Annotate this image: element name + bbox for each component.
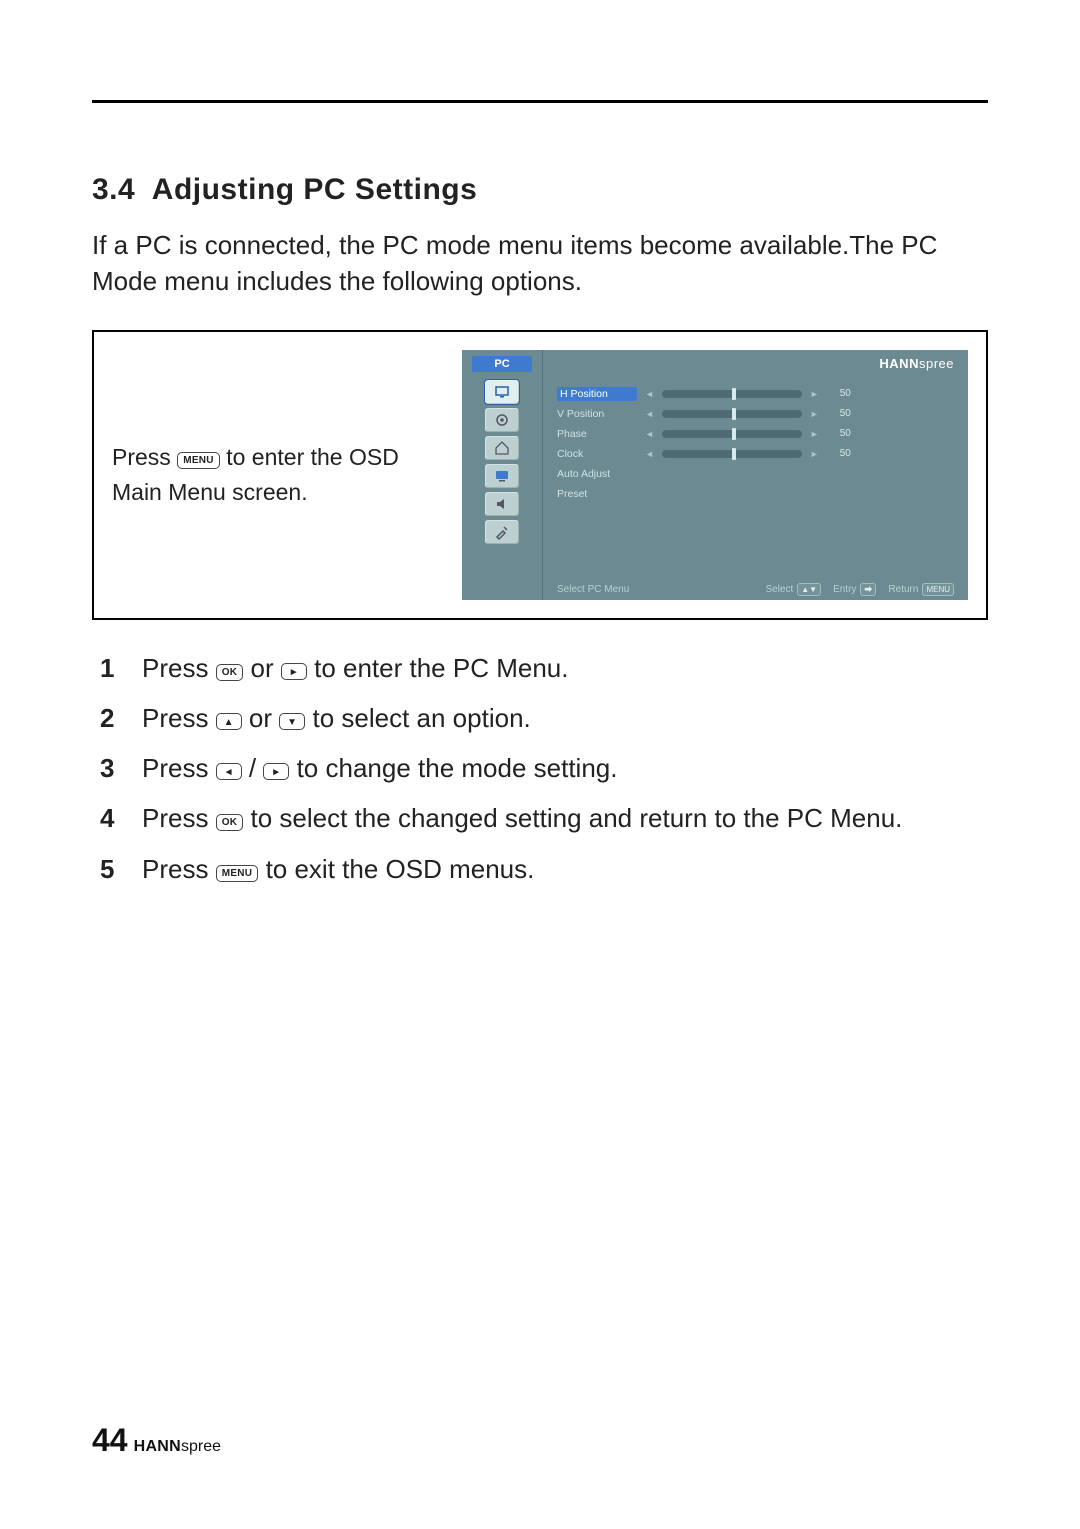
- step-number: 4: [100, 796, 124, 840]
- osd-row: V Position ◄ ► 50: [557, 404, 954, 424]
- figure-press-word: Press: [112, 444, 171, 470]
- figure-caption: Press MENU to enter the OSD Main Menu sc…: [112, 440, 442, 509]
- target-icon: [485, 408, 519, 432]
- osd-row-label: Phase: [557, 428, 637, 440]
- step-body: Press ◄ / ► to change the mode setting.: [142, 746, 988, 790]
- speaker-icon: [485, 492, 519, 516]
- osd-brand-light: spree: [919, 356, 954, 371]
- osd-footer-select: Select ▲▼: [765, 583, 821, 596]
- osd-row: H Position ◄ ► 50: [557, 384, 954, 404]
- section-intro: If a PC is connected, the PC mode menu i…: [92, 227, 988, 300]
- right-arrow-key-icon: ►: [281, 663, 307, 680]
- footer-brand-light: spree: [181, 1438, 221, 1455]
- osd-footer-left: Select PC Menu: [557, 584, 629, 595]
- left-tri-icon: ◄: [645, 389, 654, 399]
- step-number: 5: [100, 847, 124, 891]
- step-item: 5 Press MENU to exit the OSD menus.: [100, 847, 988, 891]
- steps-list: 1 Press OK or ► to enter the PC Menu. 2 Pre…: [100, 646, 988, 891]
- osd-slider: [662, 410, 802, 418]
- osd-value: 50: [827, 408, 851, 419]
- osd-row: Phase ◄ ► 50: [557, 424, 954, 444]
- osd-footer-return-label: Return: [888, 584, 918, 595]
- enter-icon: ⮕: [860, 583, 876, 596]
- right-tri-icon: ►: [810, 409, 819, 419]
- osd-brand: HANNspree: [879, 356, 954, 371]
- step-item: 2 Press ▲ or ▼ to select an option.: [100, 696, 988, 740]
- top-rule: [92, 100, 988, 103]
- right-tri-icon: ►: [810, 389, 819, 399]
- menu-key-icon: MENU: [216, 865, 259, 882]
- osd-footer-entry: Entry ⮕: [833, 583, 876, 596]
- footer-brand: HANNspree: [134, 1435, 221, 1456]
- step-body: Press OK to select the changed setting a…: [142, 796, 988, 840]
- osd-slider: [662, 450, 802, 458]
- step-item: 3 Press ◄ / ► to change the mode setting.: [100, 746, 988, 790]
- page-footer: 44 HANNspree: [92, 1422, 221, 1459]
- step-number: 2: [100, 696, 124, 740]
- osd-main: HANNspree H Position◄►50V Position◄►50Ph…: [542, 350, 968, 600]
- section-title: 3.4 Adjusting PC Settings: [92, 173, 988, 207]
- pc-icon: [485, 380, 519, 404]
- step-number: 1: [100, 646, 124, 690]
- osd-slider: [662, 390, 802, 398]
- ok-key-icon: OK: [216, 814, 244, 831]
- section-number: 3.4: [92, 173, 135, 206]
- right-tri-icon: ►: [810, 429, 819, 439]
- left-tri-icon: ◄: [645, 429, 654, 439]
- osd-brand-bold: HANN: [879, 356, 919, 371]
- osd-slider: [662, 430, 802, 438]
- menu-chip-icon: MENU: [922, 583, 954, 596]
- updown-icon: ▲▼: [797, 583, 821, 596]
- right-arrow-key-icon: ►: [263, 763, 289, 780]
- osd-footer: Select PC Menu Select ▲▼ Entry ⮕ Return …: [557, 577, 954, 596]
- ok-key-icon: OK: [216, 664, 244, 681]
- osd-value: 50: [827, 428, 851, 439]
- osd-row: Preset: [557, 484, 954, 504]
- house-icon: [485, 436, 519, 460]
- osd-row: Clock ◄ ► 50: [557, 444, 954, 464]
- step-body: Press OK or ► to enter the PC Menu.: [142, 646, 988, 690]
- osd-rows: H Position◄►50V Position◄►50Phase◄►50Clo…: [557, 384, 954, 504]
- step-body: Press MENU to exit the OSD menus.: [142, 847, 988, 891]
- step-item: 1 Press OK or ► to enter the PC Menu.: [100, 646, 988, 690]
- osd-row-label: H Position: [557, 387, 637, 401]
- right-tri-icon: ►: [810, 449, 819, 459]
- osd-footer-select-label: Select: [765, 584, 793, 595]
- figure-box: Press MENU to enter the OSD Main Menu sc…: [92, 330, 988, 620]
- manual-page: 3.4 Adjusting PC Settings If a PC is con…: [0, 0, 1080, 1529]
- menu-key-icon: MENU: [177, 452, 220, 469]
- osd-row-label: Preset: [557, 488, 637, 500]
- step-item: 4 Press OK to select the changed setting …: [100, 796, 988, 840]
- osd-sidebar: PC: [462, 350, 542, 600]
- osd-footer-return: Return MENU: [888, 583, 954, 596]
- osd-value: 50: [827, 388, 851, 399]
- step-number: 3: [100, 746, 124, 790]
- osd-row-label: Auto Adjust: [557, 468, 637, 480]
- osd-tab-title: PC: [472, 356, 532, 372]
- left-tri-icon: ◄: [645, 449, 654, 459]
- left-tri-icon: ◄: [645, 409, 654, 419]
- footer-brand-bold: HANN: [134, 1438, 181, 1455]
- left-arrow-key-icon: ◄: [216, 763, 242, 780]
- monitor-icon: [485, 464, 519, 488]
- down-arrow-key-icon: ▼: [279, 713, 305, 730]
- osd-footer-entry-label: Entry: [833, 584, 856, 595]
- up-arrow-key-icon: ▲: [216, 713, 242, 730]
- osd-row-label: Clock: [557, 448, 637, 460]
- osd-value: 50: [827, 448, 851, 459]
- osd-screenshot: PC HANNspree H Position ◄ ► 50 V Position ◄ ► 5…: [462, 350, 968, 600]
- step-body: Press ▲ or ▼ to select an option.: [142, 696, 988, 740]
- osd-row-label: V Position: [557, 408, 637, 420]
- page-number: 44: [92, 1422, 128, 1459]
- section-name: Adjusting PC Settings: [152, 173, 478, 206]
- tools-icon: [485, 520, 519, 544]
- osd-row: Auto Adjust: [557, 464, 954, 484]
